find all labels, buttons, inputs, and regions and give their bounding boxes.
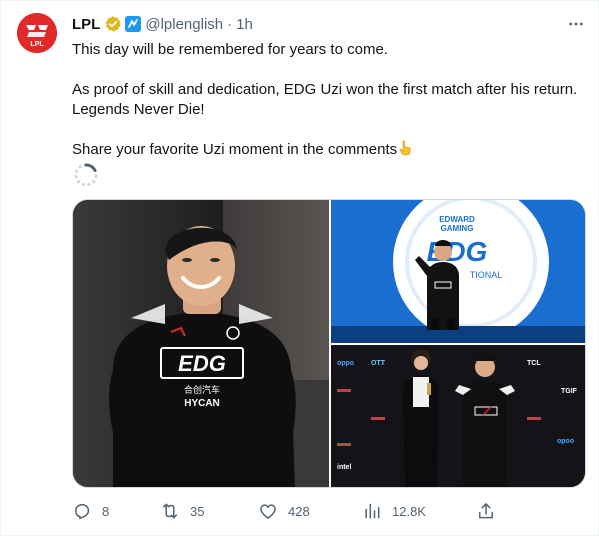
banner-edward-text: EDWARD	[439, 215, 475, 224]
author-name[interactable]: LPL	[72, 16, 100, 33]
wall-brand-ott: OTT	[371, 360, 386, 367]
retweet-icon	[163, 503, 177, 519]
views-count: 12.8K	[392, 503, 426, 519]
timestamp[interactable]: 1h	[236, 16, 253, 33]
reply-icon	[75, 504, 90, 520]
tweet-line-2: As proof of skill and dedication, EDG Uz…	[72, 81, 578, 118]
wall-brand-tcl: TCL	[527, 360, 541, 367]
like-count: 428	[288, 503, 310, 519]
affiliate-icon[interactable]	[125, 16, 142, 32]
like-button[interactable]: 428	[258, 499, 310, 523]
tweet-header: LPL @lplenglish · 1h	[72, 14, 253, 34]
banner-gaming-text: GAMING	[441, 224, 474, 233]
reply-count: 8	[102, 503, 110, 519]
jersey-edg-text: EDG	[178, 351, 226, 376]
tweet-line-3-text: Share your favorite Uzi moment in the co…	[72, 141, 398, 158]
views-icon	[365, 503, 380, 519]
tweet-text: This day will be remembered for years to…	[72, 40, 587, 160]
wall-brand-oppo: oppo	[337, 360, 354, 367]
point-down-emoji-icon	[397, 140, 413, 156]
like-icon	[260, 504, 276, 519]
media-grid[interactable]: EDG 合创汽车 HYCAN EDWARD GAMING EDG TIONAL	[72, 199, 586, 488]
photo-uzi-portrait[interactable]: EDG 合创汽车 HYCAN	[73, 200, 329, 487]
photo-uzi-interview[interactable]: oppo OTT TCL TGIF intel opoo	[331, 345, 585, 487]
views-button[interactable]: 12.8K	[362, 499, 426, 523]
wall-brand-tgif: TGIF	[561, 388, 578, 395]
avatar[interactable]: LPL	[17, 13, 57, 53]
retweet-button[interactable]: 35	[160, 499, 204, 523]
action-bar: 8 35 428 12.8K	[72, 499, 493, 523]
verified-badge-icon[interactable]	[104, 15, 122, 33]
photo-uzi-stage[interactable]: EDWARD GAMING EDG TIONAL	[331, 200, 585, 343]
tweet-line-3: Share your favorite Uzi moment in the co…	[72, 140, 587, 160]
svg-text:LPL: LPL	[30, 41, 44, 48]
share-button[interactable]	[476, 499, 496, 523]
loading-spinner-icon	[74, 163, 98, 187]
wall-brand-intel: intel	[337, 464, 351, 471]
more-icon[interactable]	[565, 14, 587, 34]
jersey-sponsor-line1: 合创汽车	[184, 384, 220, 395]
banner-tail-text: TIONAL	[470, 270, 503, 280]
jersey-sponsor-line2: HYCAN	[184, 398, 220, 409]
wall-brand-opoo: opoo	[557, 438, 574, 445]
share-icon	[479, 503, 493, 519]
author-handle[interactable]: @lplenglish	[145, 16, 223, 33]
tweet-card[interactable]: LPL LPL @lplenglish · 1h This day will b…	[0, 0, 599, 536]
tweet-line-1: This day will be remembered for years to…	[72, 41, 388, 58]
lpl-logo-icon: LPL	[17, 13, 57, 53]
retweet-count: 35	[190, 503, 205, 519]
reply-button[interactable]: 8	[72, 499, 109, 523]
separator-dot: ·	[227, 15, 233, 33]
